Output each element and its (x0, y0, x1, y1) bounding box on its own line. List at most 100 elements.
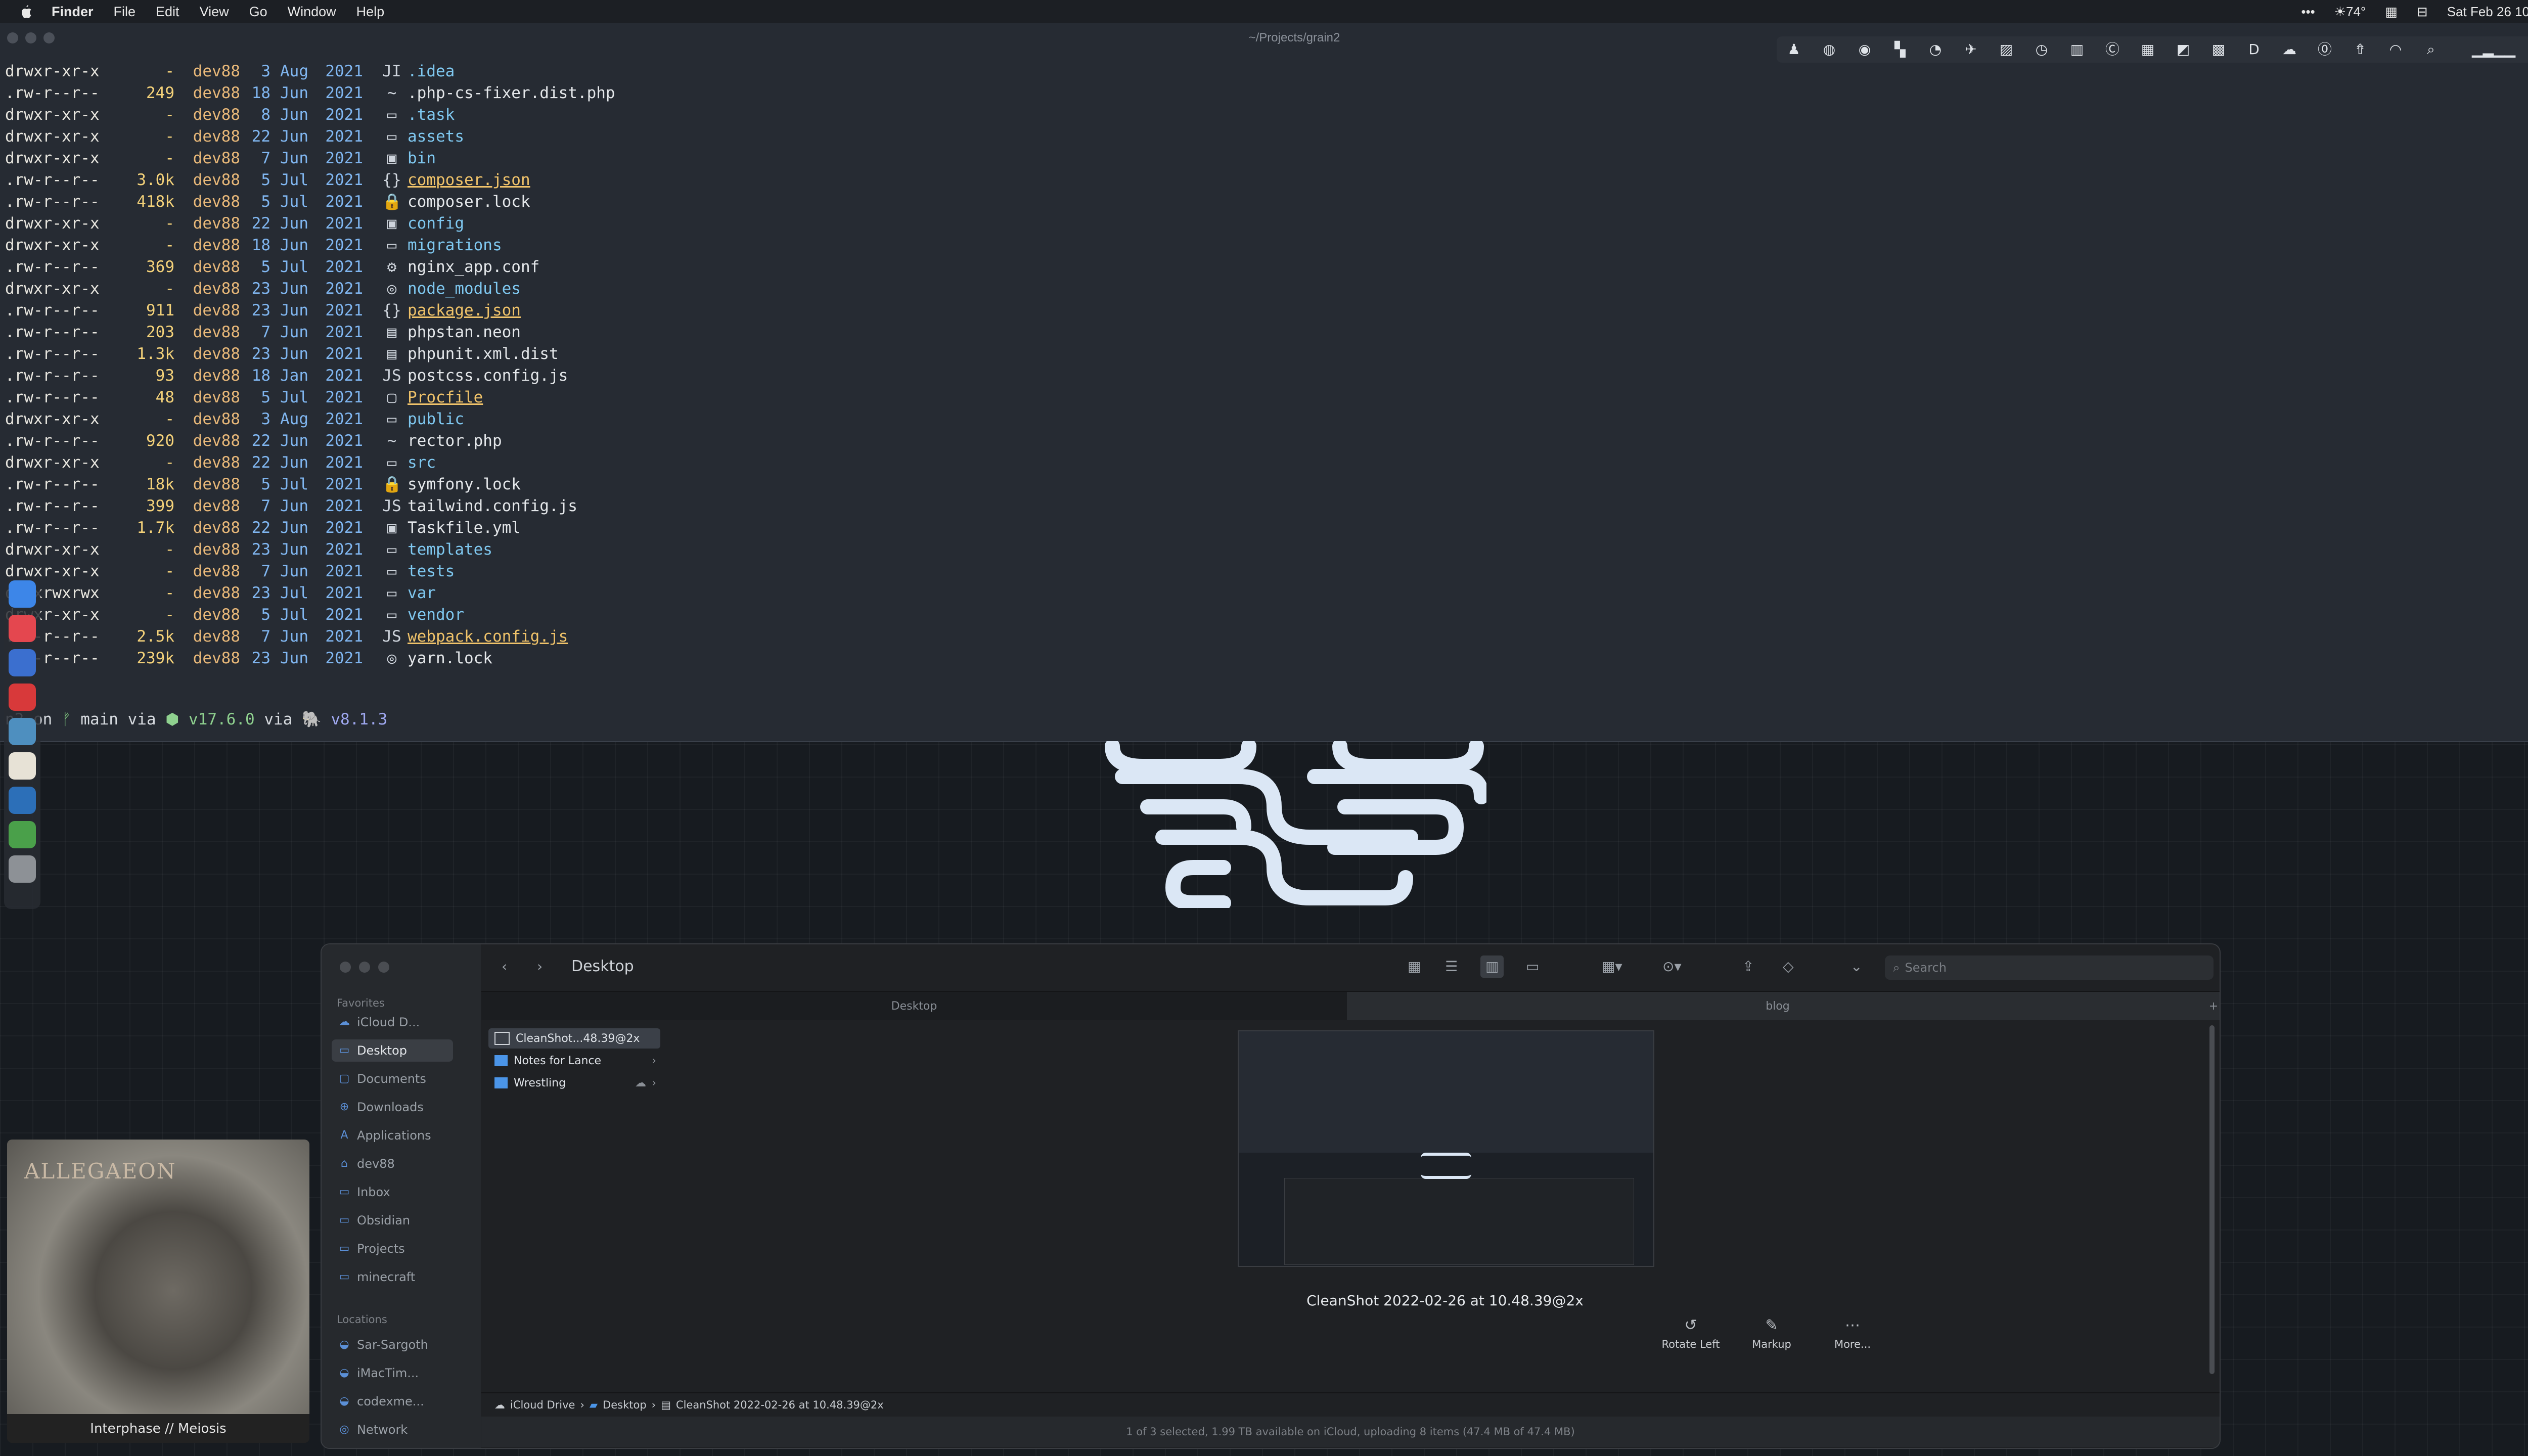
tray-icon[interactable]: ◍ (1821, 41, 1837, 58)
sidebar-item-home[interactable]: ⌂ dev88 (332, 1153, 453, 1175)
ls-row: .rw-r--r-- 239k dev88 23 Jun 2021 ◎ yarn.lock (5, 648, 615, 669)
rotate-left-button[interactable]: ↺ Rotate Left (1650, 1316, 1731, 1350)
sidebar-item-disk[interactable]: ◒ Sar-Sargoth (332, 1334, 453, 1356)
tray-icon[interactable]: ▦ (2140, 41, 2156, 58)
tray-icon[interactable]: ◉ (1857, 41, 1873, 58)
path-item[interactable]: iCloud Drive (510, 1399, 575, 1411)
cloud-icon: ☁ (494, 1399, 505, 1411)
file-type-icon: ▭ (387, 453, 397, 472)
todo-app-icon[interactable] (9, 684, 36, 711)
wifi-icon[interactable]: ◠ (2387, 41, 2404, 58)
sidebar-item-minecraft[interactable]: ▭ minecraft (332, 1266, 453, 1288)
more-button[interactable]: ⋯ More... (1812, 1316, 1893, 1350)
search-field[interactable]: ⌕ Search (1885, 956, 2214, 980)
tray-icon[interactable]: Ⓒ (2104, 41, 2120, 58)
file-type-icon: {} (382, 171, 401, 189)
tray-icon[interactable]: ◷ (2034, 41, 2050, 58)
safari-app-icon[interactable] (9, 649, 36, 676)
tray-icon[interactable]: ▩ (2210, 41, 2227, 58)
app-icon[interactable] (9, 718, 36, 745)
calendar-icon[interactable]: ▦ (2385, 4, 2398, 20)
sidebar-item-applications[interactable]: A Applications (332, 1124, 453, 1147)
list-item[interactable]: Wrestling ☁ › (488, 1073, 660, 1093)
preview-thumbnail[interactable] (1238, 1030, 1654, 1267)
group-icon[interactable]: ▦▾ (1602, 956, 1622, 978)
chevron-down-icon[interactable]: ⌄ (1850, 956, 1862, 978)
list-view-icon[interactable]: ☰ (1445, 956, 1458, 978)
markup-button[interactable]: ✎ Markup (1731, 1316, 1812, 1350)
back-button[interactable]: ‹ (502, 956, 507, 978)
sidebar-item-documents[interactable]: ▢ Documents (332, 1068, 453, 1090)
menu-go[interactable]: Go (249, 4, 267, 20)
shell-prompt[interactable]: n2 on ᚠ main via ⬢ v17.6.0 via 🐘 v8.1.3 (5, 710, 387, 729)
column-view-icon[interactable]: ▥ (1480, 956, 1504, 978)
finder-app-icon[interactable] (9, 580, 36, 608)
app-icon[interactable] (9, 821, 36, 848)
icon-view-icon[interactable]: ▦ (1408, 956, 1421, 978)
apple-icon[interactable] (18, 4, 33, 19)
tray-icon[interactable]: ▨ (1998, 41, 2014, 58)
forward-button[interactable]: › (537, 956, 543, 978)
tray-icon[interactable]: ▚ (1892, 41, 1908, 58)
search-icon[interactable]: ⌕ (2423, 41, 2439, 58)
window-controls (340, 962, 389, 973)
sidebar-item-network[interactable]: ◎ Network (332, 1419, 453, 1441)
tab-blog[interactable]: blog (1348, 992, 2207, 1020)
tag-icon[interactable]: ◇ (1783, 956, 1794, 978)
path-item[interactable]: Desktop (603, 1399, 647, 1411)
now-playing-widget[interactable]: ALLEGAEON Interphase // Meiosis (7, 1140, 309, 1443)
tray-icon[interactable]: ◩ (2175, 41, 2191, 58)
tray-icon[interactable]: ◔ (1927, 41, 1944, 58)
ls-name: var (408, 584, 436, 602)
clock[interactable]: Sat Feb 26 10:52 AM (2447, 4, 2528, 20)
menu-help[interactable]: Help (356, 4, 385, 20)
list-item[interactable]: CleanShot...48.39@2x (488, 1028, 660, 1049)
tray-icon[interactable]: ⓪ (2317, 41, 2333, 58)
cpu-graph-icon[interactable]: ▁▂▁▁ (2458, 41, 2528, 58)
finder-window[interactable]: Favorites ☁ iCloud D... ▭ Desktop ▢ Documen… (321, 943, 2221, 1449)
menu-view[interactable]: View (200, 4, 229, 20)
action-icon[interactable]: ⊙▾ (1662, 956, 1682, 978)
sidebar-item-inbox[interactable]: ▭ Inbox (332, 1181, 453, 1203)
vscode-app-icon[interactable] (9, 787, 36, 814)
sidebar-item-obsidian[interactable]: ▭ Obsidian (332, 1209, 453, 1232)
share-icon[interactable]: ⇪ (1742, 956, 1754, 978)
menu-file[interactable]: File (114, 4, 136, 20)
menu-edit[interactable]: Edit (156, 4, 179, 20)
tray-icon[interactable]: ⇮ (2352, 41, 2368, 58)
new-tab-button[interactable]: + (2207, 992, 2220, 1020)
ls-row: .rw-r--r-- 203 dev88 7 Jun 2021 ▤ phpstan.neon (5, 322, 615, 343)
sidebar-item-desktop[interactable]: ▭ Desktop (332, 1039, 453, 1062)
cat-app-icon[interactable] (9, 752, 36, 780)
zoom-button[interactable] (378, 962, 389, 973)
tray-icon[interactable]: ▥ (2069, 41, 2085, 58)
sidebar-item-downloads[interactable]: ⊕ Downloads (332, 1096, 453, 1118)
control-center-icon[interactable]: ⊟ (2417, 4, 2428, 20)
gallery-view-icon[interactable]: ▭ (1526, 956, 1539, 978)
sidebar-item-disk[interactable]: ◒ iMacTim... (332, 1362, 453, 1384)
cloud-icon[interactable]: ☁ (2281, 41, 2297, 58)
ls-name: assets (408, 127, 464, 146)
path-item[interactable]: CleanShot 2022-02-26 at 10.48.39@2x (676, 1399, 884, 1411)
more-icon[interactable]: ••• (2301, 4, 2315, 20)
music-app-icon[interactable] (9, 615, 36, 642)
list-item[interactable]: Notes for Lance › (488, 1051, 660, 1071)
trash-icon[interactable] (9, 855, 36, 883)
menu-finder[interactable]: Finder (52, 4, 94, 20)
tray-icon[interactable]: ♟ (1786, 41, 1802, 58)
tray-icon[interactable]: ✈ (1963, 41, 1979, 58)
weather-widget[interactable]: ☀74° (2334, 4, 2366, 20)
tab-desktop[interactable]: Desktop (481, 992, 1347, 1020)
terminal-window[interactable]: ~/Projects/grain2 ♟ ◍ ◉ ▚ ◔ ✈ ▨ ◷ ▥ Ⓒ ▦ … (0, 23, 2528, 742)
menu-window[interactable]: Window (288, 4, 336, 20)
tray-icon[interactable]: D (2246, 41, 2262, 58)
sidebar-item-icloud[interactable]: ☁ iCloud D... (332, 1011, 453, 1033)
folder-icon: ▰ (589, 1399, 598, 1411)
sidebar-item-disk[interactable]: ◒ codexme... (332, 1390, 453, 1413)
file-type-icon: 🔒 (382, 193, 402, 211)
sidebar-item-projects[interactable]: ▭ Projects (332, 1238, 453, 1260)
ls-size: - (165, 584, 174, 602)
minimize-button[interactable] (359, 962, 370, 973)
close-button[interactable] (340, 962, 351, 973)
scrollbar[interactable] (2209, 1025, 2215, 1374)
